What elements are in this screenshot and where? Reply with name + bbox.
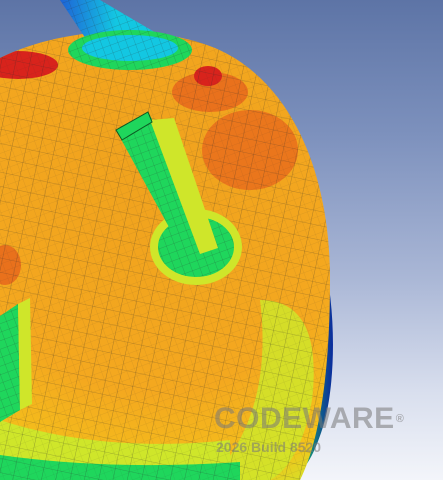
registered-mark: ®: [395, 413, 405, 425]
3d-viewport[interactable]: CODEWARE® 2026 Build 8520: [0, 0, 443, 480]
logo-text: CODEWARE: [214, 402, 395, 435]
codeware-watermark: CODEWARE® 2026 Build 8520: [214, 404, 404, 456]
build-label: 2026 Build 8520: [216, 439, 322, 455]
codeware-logo: CODEWARE®: [214, 404, 404, 434]
left-nozzle: [0, 298, 32, 422]
